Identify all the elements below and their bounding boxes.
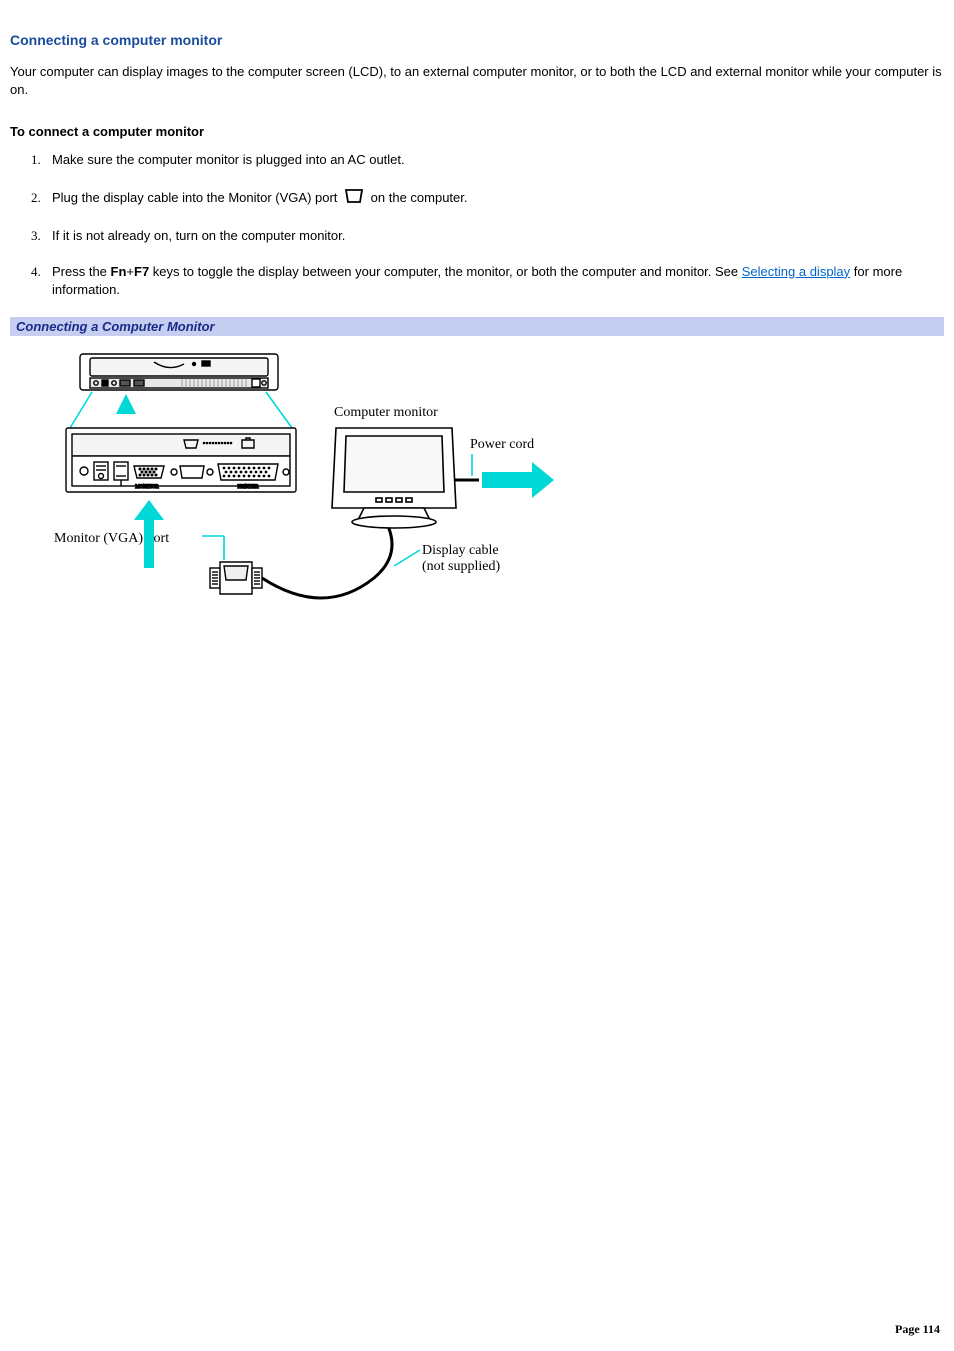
steps-list: Make sure the computer monitor is plugge…: [10, 151, 944, 299]
figure-container: MONITOR PRINTER Monitor (VGA) port: [10, 336, 944, 618]
step-4-key-fn: Fn: [111, 264, 127, 279]
step-4: Press the Fn+F7 keys to toggle the displ…: [44, 263, 944, 299]
step-3-text: If it is not already on, turn on the com…: [52, 228, 345, 243]
label-display-cable-2: (not supplied): [422, 559, 500, 574]
step-1-text: Make sure the computer monitor is plugge…: [52, 152, 405, 167]
intro-text: Your computer can display images to the …: [10, 63, 944, 99]
label-display-cable-1: Display cable: [422, 543, 499, 558]
svg-text:MONITOR: MONITOR: [135, 485, 159, 490]
connection-diagram-icon: MONITOR PRINTER Monitor (VGA) port: [34, 348, 574, 608]
step-4-text-b: keys to toggle the display between your …: [149, 264, 742, 279]
vga-port-icon: [343, 188, 365, 209]
step-2: Plug the display cable into the Monitor …: [44, 188, 944, 209]
label-computer-monitor: Computer monitor: [334, 405, 438, 420]
label-power-cord: Power cord: [470, 437, 534, 452]
step-2-text-b: on the computer.: [367, 190, 467, 205]
step-3: If it is not already on, turn on the com…: [44, 227, 944, 245]
step-2-text-a: Plug the display cable into the Monitor …: [52, 190, 341, 205]
sub-heading: To connect a computer monitor: [10, 124, 944, 139]
step-4-text-a: Press the: [52, 264, 111, 279]
step-4-plus: +: [126, 264, 134, 279]
step-4-key-f7: F7: [134, 264, 149, 279]
page-number: Page 114: [895, 1322, 940, 1337]
selecting-display-link[interactable]: Selecting a display: [742, 264, 850, 279]
step-1: Make sure the computer monitor is plugge…: [44, 151, 944, 169]
figure-caption: Connecting a Computer Monitor: [10, 317, 944, 336]
page-title: Connecting a computer monitor: [10, 32, 944, 48]
svg-text:PRINTER: PRINTER: [238, 485, 260, 490]
